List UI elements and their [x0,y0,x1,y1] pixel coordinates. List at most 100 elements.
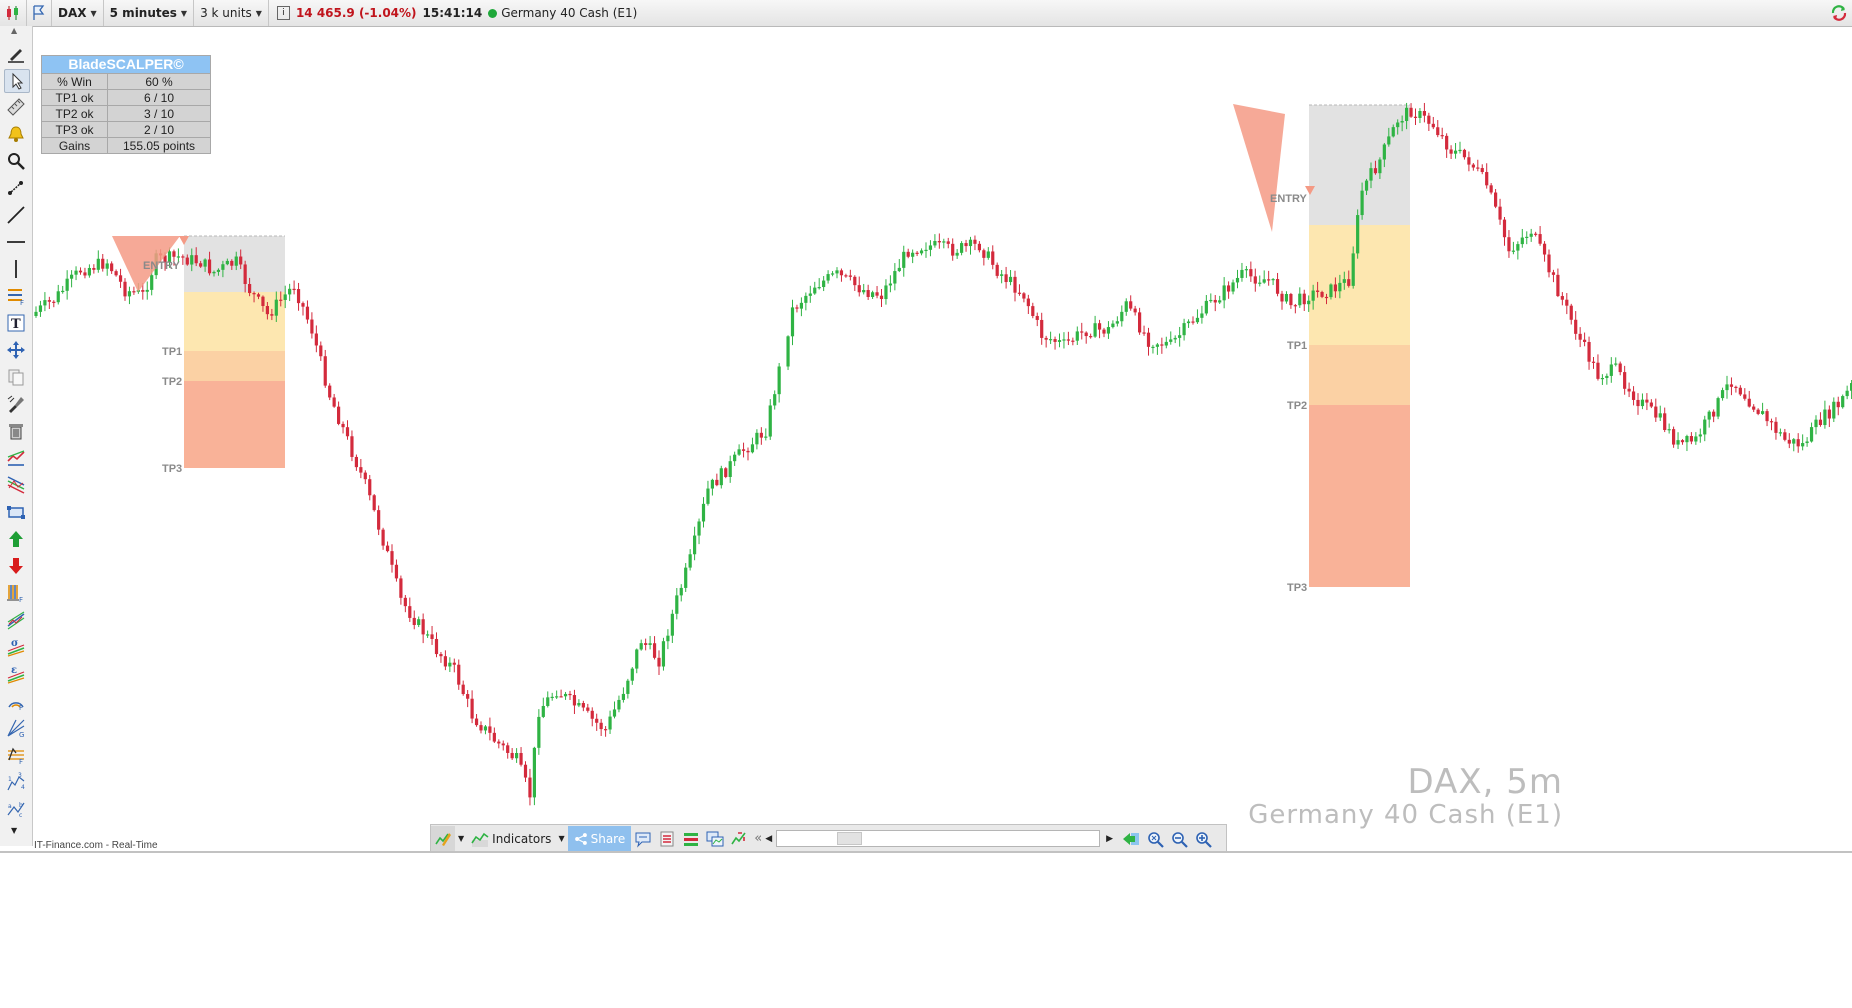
segment-icon[interactable] [4,177,28,199]
epsilon-channel-icon[interactable]: ε [4,663,28,685]
regression-channel-icon[interactable] [4,474,28,496]
candle-body [1631,391,1636,400]
alert-settings-button[interactable] [27,0,52,26]
trendline-icon[interactable] [4,204,28,226]
candle-body [1712,411,1716,417]
back-to-latest-button[interactable] [1119,826,1143,851]
candle-body [768,405,772,437]
candle-body [1636,399,1640,407]
cursor-icon[interactable] [4,69,30,93]
channel-icon[interactable] [4,447,28,469]
horizontal-line-icon[interactable] [4,231,28,253]
chart-type-button[interactable] [0,0,27,26]
sigma-channel-icon[interactable]: σ [4,636,28,658]
candle-body [1097,323,1102,330]
candle-body [701,503,706,522]
zoom-auto-button[interactable] [1143,826,1167,851]
svg-text:F: F [19,596,23,603]
candle-body [1418,111,1422,118]
text-icon[interactable]: T [4,312,28,334]
candle-body [221,264,225,270]
screener-button[interactable] [727,826,751,851]
candle-body [203,259,207,267]
units-selector[interactable]: 3 k units ▼ [194,0,269,26]
elliott-letters-icon[interactable]: abc [4,798,28,820]
zoom-in-button[interactable] [1191,826,1215,851]
move-icon[interactable] [4,339,28,361]
gann-fan-icon[interactable]: G [4,717,28,739]
candle-body [661,641,666,667]
candle-body [1062,339,1066,341]
candle-body [1120,311,1124,322]
pencil-icon[interactable] [4,42,28,64]
scroll-up-icon[interactable]: ▲ [11,26,17,35]
candle-body [1222,285,1226,301]
timeframe-selector[interactable]: 5 minutes ▼ [104,0,195,26]
rectangle-icon[interactable] [4,501,28,523]
candle-body [101,258,105,269]
trash-icon[interactable] [4,420,28,442]
candle-body [706,488,710,504]
scrollbar-thumb[interactable] [837,832,863,845]
zoom-icon[interactable] [4,150,28,172]
candle-body [1280,293,1284,302]
drawing-style-dropdown[interactable]: ▼ [455,826,467,851]
instrument-name: Germany 40 Cash (E1) [501,6,638,20]
candle-body [1845,390,1849,397]
refresh-icon[interactable] [1830,4,1848,22]
fibonacci-arcs-icon[interactable]: F [4,690,28,712]
fibonacci-levels-icon[interactable]: F [4,285,28,307]
buy-arrow-icon[interactable] [4,528,28,550]
fibonacci-time-icon[interactable]: F [4,582,28,604]
stats-title: BladeSCALPER© [41,55,211,73]
candle-body [1066,339,1070,341]
candle-body [733,454,737,462]
stats-value: 155.05 points [107,137,211,154]
candle-body [1017,292,1022,294]
alert-bell-icon[interactable] [4,123,28,145]
tp1-label: TP1 [162,346,182,358]
candle-body [470,698,474,719]
style-brush-icon[interactable] [4,393,28,415]
live-status-dot [488,8,498,18]
scroll-right-button[interactable]: ▶ [1106,826,1113,851]
info-icon[interactable]: i [276,6,290,20]
candle-body [1511,250,1515,252]
candle-body [1649,402,1653,407]
comment-button[interactable] [631,826,655,851]
candle-body [1289,293,1293,306]
fibonacci-fan-icon[interactable]: F [4,744,28,766]
drawing-style-button[interactable] [431,826,455,851]
candle-body [1720,390,1725,399]
candle-body [199,263,203,267]
multi-chart-button[interactable] [703,826,727,851]
vertical-line-icon[interactable] [4,258,28,280]
candle-body [443,656,447,667]
order-list-button[interactable] [655,826,679,851]
symbol-selector[interactable]: DAX ▼ [52,0,104,26]
candle-body [995,264,999,276]
elliott-numbers-icon[interactable]: 13 4 [4,771,28,793]
candle-body [630,668,634,681]
candle-body [790,307,795,337]
zoom-out-button[interactable] [1167,826,1191,851]
portfolio-button[interactable] [679,826,703,851]
scroll-down-icon[interactable]: ▼ [11,826,17,835]
price-chart[interactable]: ENTRY TP1 TP2 TP3 ENTRY TP1 TP2 TP3 [33,27,1852,827]
units-label: 3 k units [200,6,252,20]
copy-icon[interactable] [4,366,28,388]
zone-labels: ENTRY TP1 TP2 TP3 ENTRY TP1 TP2 TP3 [143,193,1308,594]
indicators-dropdown[interactable]: ▼ [555,826,567,851]
candle-body [724,468,728,477]
collapse-panel-button[interactable]: « [751,826,765,851]
candle-body [412,617,416,625]
share-button[interactable]: Share [567,826,632,851]
scroll-left-button[interactable]: ◀ [765,826,772,851]
andrews-pitchfork-icon[interactable] [4,609,28,631]
indicators-button[interactable]: Indicators [467,826,555,851]
candle-body [1227,285,1231,292]
candle-body [439,654,443,657]
ruler-icon[interactable] [4,96,28,118]
sell-arrow-icon[interactable] [4,555,28,577]
chart-scrollbar[interactable] [776,830,1101,847]
